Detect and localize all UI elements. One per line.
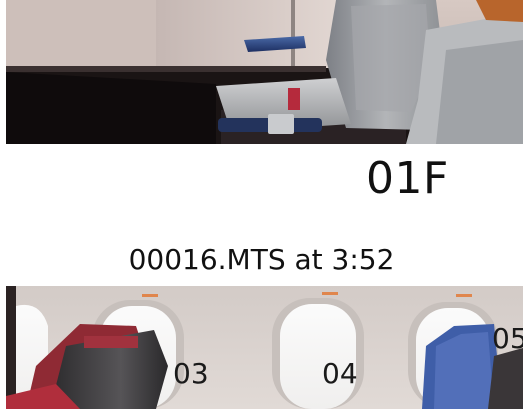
video-timestamp-caption: 00016.MTS at 3:52 xyxy=(128,243,395,276)
seat-photo-illustration xyxy=(6,0,523,144)
cabin-windows-illustration xyxy=(6,286,523,409)
row-label-03: 03 xyxy=(173,357,209,390)
row-label-04: 04 xyxy=(322,357,358,390)
row-label-05: 05 xyxy=(492,322,523,355)
cabin-windows-photo xyxy=(6,286,523,409)
seat-number-label: 01F xyxy=(366,153,449,204)
seat-photo xyxy=(6,0,523,144)
